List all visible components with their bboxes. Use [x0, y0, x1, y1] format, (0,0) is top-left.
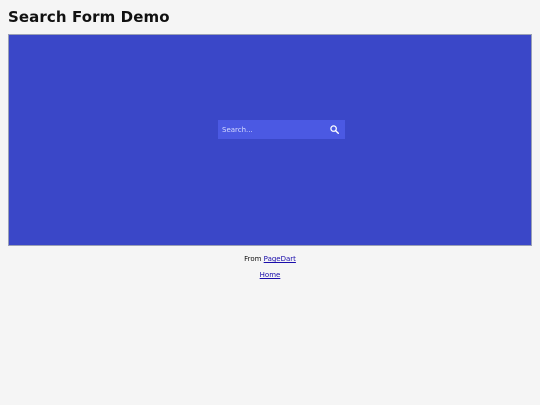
home-link[interactable]: Home [260, 271, 281, 279]
page-title: Search Form Demo [8, 8, 170, 26]
search-icon [329, 125, 339, 134]
pagedart-link[interactable]: PageDart [264, 255, 296, 263]
footer-home: Home [0, 270, 540, 280]
demo-panel [8, 34, 532, 246]
footer-credit: From PageDart [0, 254, 540, 264]
footer-from-label: From [244, 255, 262, 263]
search-input[interactable] [218, 120, 325, 139]
search-button[interactable] [325, 120, 343, 139]
search-form [218, 120, 345, 139]
